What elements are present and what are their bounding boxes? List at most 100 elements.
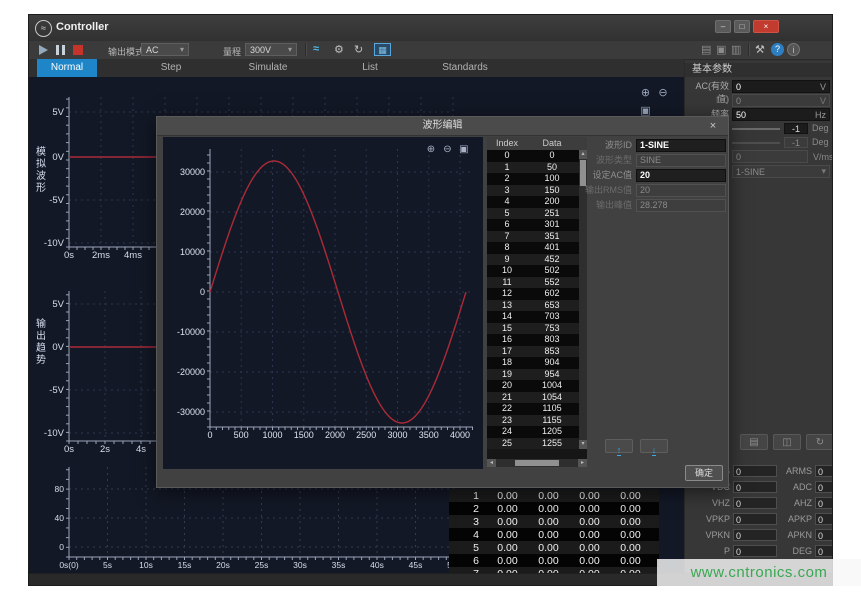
waveform-table-row[interactable]: 10502 xyxy=(487,265,587,277)
maximize-button[interactable]: □ xyxy=(734,20,750,33)
cell-index: 18 xyxy=(487,357,527,369)
svg-text:0: 0 xyxy=(59,542,64,552)
waveform-table-row[interactable]: 19954 xyxy=(487,369,587,381)
snapshot-icon[interactable]: ▣ xyxy=(458,144,470,155)
waveform-table-row[interactable]: 6301 xyxy=(487,219,587,231)
waveform-table-row[interactable]: 13653 xyxy=(487,300,587,312)
refresh-icon[interactable]: ↻ xyxy=(354,43,363,56)
download-button[interactable]: ↓ xyxy=(640,439,668,453)
waveform-table-row[interactable]: 241205 xyxy=(487,426,587,438)
svg-text:2500: 2500 xyxy=(356,430,376,440)
modal-titlebar[interactable]: 波形编辑 × xyxy=(157,117,728,136)
waveform-table-row[interactable]: 211054 xyxy=(487,392,587,404)
gear-icon[interactable]: ⚙ xyxy=(334,43,344,56)
phase-start-value[interactable]: -1 xyxy=(784,123,808,134)
confirm-button[interactable]: 确定 xyxy=(685,465,723,481)
download-icon: ↓ xyxy=(652,445,657,456)
scroll-right-icon[interactable]: ▸ xyxy=(578,459,587,467)
scroll-down-icon[interactable]: ▾ xyxy=(579,440,587,449)
waveform-table-row[interactable]: 18904 xyxy=(487,357,587,369)
phase-start-slider[interactable] xyxy=(732,128,780,130)
readout-value: 0 xyxy=(733,497,777,509)
upload-button[interactable]: ↑ xyxy=(605,439,633,453)
monitor-row[interactable]: 50.000.000.000.00 xyxy=(449,541,659,554)
monitor-row[interactable]: 60.000.000.000.00 xyxy=(449,554,659,567)
help-icon[interactable]: ? xyxy=(771,43,784,56)
output-mode-select[interactable]: AC▾ xyxy=(141,43,189,56)
waveform-icon[interactable]: ≈ xyxy=(313,43,319,55)
waveform-table-row[interactable]: 251255 xyxy=(487,438,587,450)
monitor-cell: 0.00 xyxy=(569,503,610,515)
waveform-id-label: 波形ID xyxy=(559,139,632,152)
readout-value: 0 xyxy=(733,513,777,525)
cell-index: 21 xyxy=(487,392,527,404)
svg-text:45s: 45s xyxy=(409,560,423,570)
waveform-table-row[interactable]: 16803 xyxy=(487,334,587,346)
titlebar: ≈ Controller – □ × xyxy=(29,15,832,42)
waveform-id-input[interactable]: 1-SINE xyxy=(636,139,726,152)
waveform-table-row[interactable]: 231155 xyxy=(487,415,587,427)
waveform-table-row[interactable]: 15753 xyxy=(487,323,587,335)
cell-data: 653 xyxy=(527,300,577,312)
cell-data: 853 xyxy=(527,346,577,358)
readout-value: 0 xyxy=(733,529,777,541)
stop-icon[interactable] xyxy=(73,45,83,55)
ac-setting-input[interactable]: 20 xyxy=(636,169,726,182)
modal-close-icon[interactable]: × xyxy=(706,119,720,133)
info-icon[interactable]: i xyxy=(787,43,800,56)
panel-action-button-1[interactable]: ▤ xyxy=(740,434,768,450)
chart-toolbar: ⊕ ⊖ ▣ xyxy=(639,83,684,119)
zoom-in-icon[interactable]: ⊕ xyxy=(425,144,437,155)
tab-step[interactable]: Step xyxy=(147,59,195,77)
waveform-table-row[interactable]: 221105 xyxy=(487,403,587,415)
range-select[interactable]: 300V▾ xyxy=(245,43,297,56)
horizontal-scrollbar[interactable]: ◂ ▸ xyxy=(487,459,587,467)
tools-icon[interactable]: ⚒ xyxy=(755,43,765,56)
phase-stop-slider xyxy=(732,142,780,144)
tab-simulate[interactable]: Simulate xyxy=(237,59,299,77)
zoom-out-icon[interactable]: ⊖ xyxy=(441,144,453,155)
waveform-table-row[interactable]: 14703 xyxy=(487,311,587,323)
waveform-table-row[interactable]: 9452 xyxy=(487,254,587,266)
freq-unit: Hz xyxy=(815,110,826,120)
svg-text:40s: 40s xyxy=(370,560,384,570)
tab-list[interactable]: List xyxy=(351,59,389,77)
cell-index: 16 xyxy=(487,334,527,346)
svg-text:20s: 20s xyxy=(216,560,230,570)
monitor-row[interactable]: 40.000.000.000.00 xyxy=(449,528,659,541)
scrollbar-thumb[interactable] xyxy=(515,460,559,466)
display-panel-icon[interactable]: ▦ xyxy=(374,43,391,56)
play-icon[interactable] xyxy=(39,45,48,55)
file-action-icon-1[interactable]: ▤ xyxy=(701,43,711,56)
dc-unit: V xyxy=(820,96,826,106)
monitor-cell: 0.00 xyxy=(569,490,610,502)
monitor-row[interactable]: 30.000.000.000.00 xyxy=(449,515,659,528)
tab-normal[interactable]: Normal xyxy=(37,59,97,77)
monitor-row[interactable]: 20.000.000.000.00 xyxy=(449,502,659,515)
readout-label: VHZ xyxy=(690,498,730,508)
scroll-left-icon[interactable]: ◂ xyxy=(487,459,496,467)
minimize-button[interactable]: – xyxy=(715,20,731,33)
waveform-table-row[interactable]: 201004 xyxy=(487,380,587,392)
waveform-table-row[interactable]: 11552 xyxy=(487,277,587,289)
panel-action-button-2[interactable]: ◫ xyxy=(773,434,801,450)
svg-text:-10V: -10V xyxy=(44,238,65,249)
file-action-icon-3[interactable]: ▥ xyxy=(731,43,741,56)
waveform-table-row[interactable]: 8401 xyxy=(487,242,587,254)
tab-standards[interactable]: Standards xyxy=(431,59,499,77)
monitor-cell: 0.00 xyxy=(528,516,569,528)
close-button[interactable]: × xyxy=(753,20,779,33)
ac-input[interactable]: 0V xyxy=(732,80,830,93)
ac-setting-label: 设定AC值 xyxy=(559,169,632,182)
freq-input[interactable]: 50Hz xyxy=(732,108,830,121)
readout-label: AHZ xyxy=(780,498,812,508)
monitor-row[interactable]: 10.000.000.000.00 xyxy=(449,489,659,502)
zoom-in-icon[interactable]: ⊕ xyxy=(639,86,652,99)
panel-action-button-3[interactable]: ↻ xyxy=(806,434,833,450)
file-action-icon-2[interactable]: ▣ xyxy=(716,43,726,56)
waveform-table-row[interactable]: 12602 xyxy=(487,288,587,300)
zoom-out-icon[interactable]: ⊖ xyxy=(656,86,669,99)
waveform-table-row[interactable]: 17853 xyxy=(487,346,587,358)
pause-icon[interactable] xyxy=(56,45,65,55)
waveform-table-row[interactable]: 7351 xyxy=(487,231,587,243)
